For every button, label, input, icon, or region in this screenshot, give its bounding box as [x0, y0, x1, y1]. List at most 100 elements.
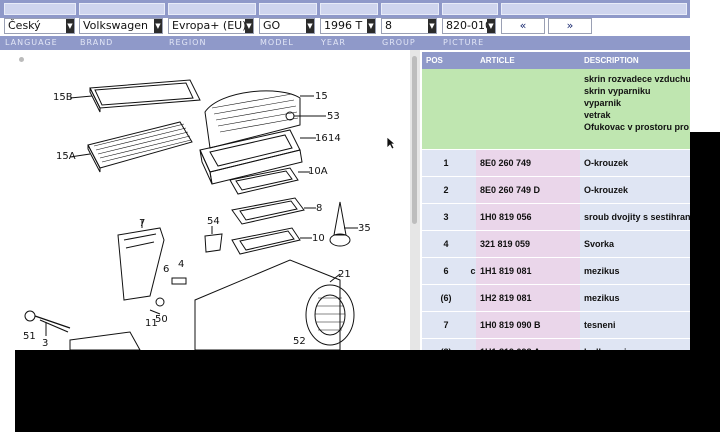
group-description-spacer — [422, 69, 580, 150]
year-select[interactable]: 1996 T ▼ — [320, 18, 376, 34]
picture-value: 820-010 — [446, 19, 492, 32]
parts-table-container: POS ARTICLE DESCRIPTION skrin rozvadece … — [422, 52, 690, 350]
callout-52[interactable]: 52 — [293, 336, 306, 347]
table-row[interactable]: 4 321 819 059 Svorka — [422, 230, 690, 258]
header-pos: POS — [422, 52, 476, 69]
part-10a-gasket — [229, 167, 310, 195]
tab-6[interactable] — [381, 3, 439, 15]
picture-label: PICTURE — [443, 38, 485, 47]
table-row[interactable]: 2 8E0 260 749 D O-krouzek — [422, 176, 690, 204]
brand-select[interactable]: Volkswagen ▼ — [79, 18, 163, 34]
filter-labels: LANGUAGE BRAND REGION MODEL YEAR GROUP P… — [0, 36, 690, 50]
region-select[interactable]: Evropa+ (EU) ▼ — [168, 18, 254, 34]
chevron-down-icon: ▼ — [245, 19, 253, 33]
group-value: 8 — [385, 19, 392, 32]
occluded-region-right — [690, 132, 720, 350]
callout-10a[interactable]: 10A — [308, 166, 328, 177]
table-row[interactable]: 3 1H0 819 056 sroub dvojity s sestihrane… — [422, 203, 690, 231]
row-description: O-krouzek — [580, 176, 690, 204]
row-article[interactable]: 1H1 819 098 A — [476, 338, 580, 350]
callout-54[interactable]: 54 — [207, 216, 220, 227]
part-15b-frame — [69, 79, 201, 113]
callout-4[interactable]: 4 — [178, 259, 184, 270]
callout-16[interactable]: 16 — [315, 133, 328, 144]
chevron-down-icon: ▼ — [367, 19, 375, 33]
row-description: O-krouzek — [580, 149, 690, 177]
header-article: ARTICLE — [476, 52, 580, 69]
callout-14[interactable]: 14 — [328, 133, 341, 144]
picture-select[interactable]: 820-010 ▼ — [442, 18, 496, 34]
row-article[interactable]: 1H0 819 090 B — [476, 311, 580, 339]
row-article[interactable]: 321 819 059 — [476, 230, 580, 258]
row-article[interactable]: 1H1 819 081 — [476, 257, 580, 285]
tab-7[interactable] — [442, 3, 498, 15]
part-16-housing — [199, 129, 316, 185]
tab-2[interactable] — [79, 3, 165, 15]
callout-35[interactable]: 35 — [358, 223, 371, 234]
chevron-down-icon: ▼ — [428, 19, 436, 33]
callout-21[interactable]: 21 — [338, 269, 351, 280]
table-row[interactable]: 7 1H0 819 090 B tesneni — [422, 311, 690, 339]
year-label: YEAR — [321, 38, 346, 47]
callout-7[interactable]: 7 — [139, 218, 145, 229]
tab-1[interactable] — [4, 3, 76, 15]
row-pos: 2 — [422, 176, 470, 204]
model-value: GO — [263, 19, 281, 32]
group-description-line: vetrak — [584, 110, 611, 120]
table-row[interactable]: 1 8E0 260 749 O-krouzek — [422, 149, 690, 177]
row-pos: 1 — [422, 149, 470, 177]
callout-10[interactable]: 10 — [312, 233, 325, 244]
language-select[interactable]: Český ▼ — [4, 18, 75, 34]
chevron-down-icon: ▼ — [306, 19, 314, 33]
row-article[interactable]: 1H0 819 056 — [476, 203, 580, 231]
table-row[interactable]: (6) 1H2 819 081 mezikus — [422, 284, 690, 312]
callout-15[interactable]: 15 — [315, 91, 328, 102]
callout-6[interactable]: 6 — [163, 264, 169, 275]
callout-15b[interactable]: 15B — [53, 92, 73, 103]
group-description-line: skrin vyparniku — [584, 86, 651, 96]
brand-label: BRAND — [80, 38, 114, 47]
tab-8[interactable] — [501, 3, 687, 15]
row-pos: (6) — [422, 284, 470, 312]
mouse-cursor-icon — [386, 136, 396, 150]
tab-3[interactable] — [168, 3, 256, 15]
group-label: GROUP — [382, 38, 416, 47]
row-description: sroub dvojity s sestihranem — [580, 203, 690, 231]
part-15-grille — [204, 90, 314, 149]
next-picture-button[interactable]: » — [548, 18, 592, 34]
prev-picture-button[interactable]: « — [501, 18, 545, 34]
part-base — [69, 331, 141, 350]
region-value: Evropa+ (EU) — [172, 19, 247, 32]
part-8-frame — [231, 197, 316, 225]
row-article[interactable]: 8E0 260 749 D — [476, 176, 580, 204]
callout-15a[interactable]: 15A — [56, 151, 76, 162]
row-description: tesneni — [580, 311, 690, 339]
year-value: 1996 T — [324, 19, 363, 32]
row-article[interactable]: 8E0 260 749 — [476, 149, 580, 177]
chevron-down-icon: ▼ — [154, 19, 162, 33]
row-pos: 3 — [422, 203, 470, 231]
diagram-scrollbar-thumb[interactable] — [412, 56, 417, 224]
model-select[interactable]: GO ▼ — [259, 18, 315, 34]
group-description-line: vyparnik — [584, 98, 622, 108]
row-article[interactable]: 1H2 819 081 — [476, 284, 580, 312]
row-pos: 6 — [422, 257, 470, 285]
callout-3[interactable]: 3 — [42, 338, 48, 349]
table-row[interactable]: 6 c 1H1 819 081 mezikus — [422, 257, 690, 285]
tab-4[interactable] — [259, 3, 317, 15]
brand-value: Volkswagen — [83, 19, 149, 32]
group-select[interactable]: 8 ▼ — [381, 18, 437, 34]
occluded-region-bottom — [15, 350, 720, 432]
callout-53[interactable]: 53 — [327, 111, 340, 122]
chevron-down-icon: ▼ — [487, 19, 495, 33]
callout-8[interactable]: 8 — [316, 203, 322, 214]
tab-5[interactable] — [320, 3, 378, 15]
table-row[interactable]: (8) 1H1 819 098 A hrdlo saci — [422, 338, 690, 350]
group-description: skrin rozvadece vzduchu skrin vyparniku … — [580, 69, 690, 150]
part-50-screw — [149, 297, 165, 315]
callout-11[interactable]: 11 — [145, 318, 158, 329]
model-label: MODEL — [260, 38, 294, 47]
part-4-clip — [171, 277, 187, 285]
callout-51[interactable]: 51 — [23, 331, 36, 342]
row-description: Svorka — [580, 230, 690, 258]
